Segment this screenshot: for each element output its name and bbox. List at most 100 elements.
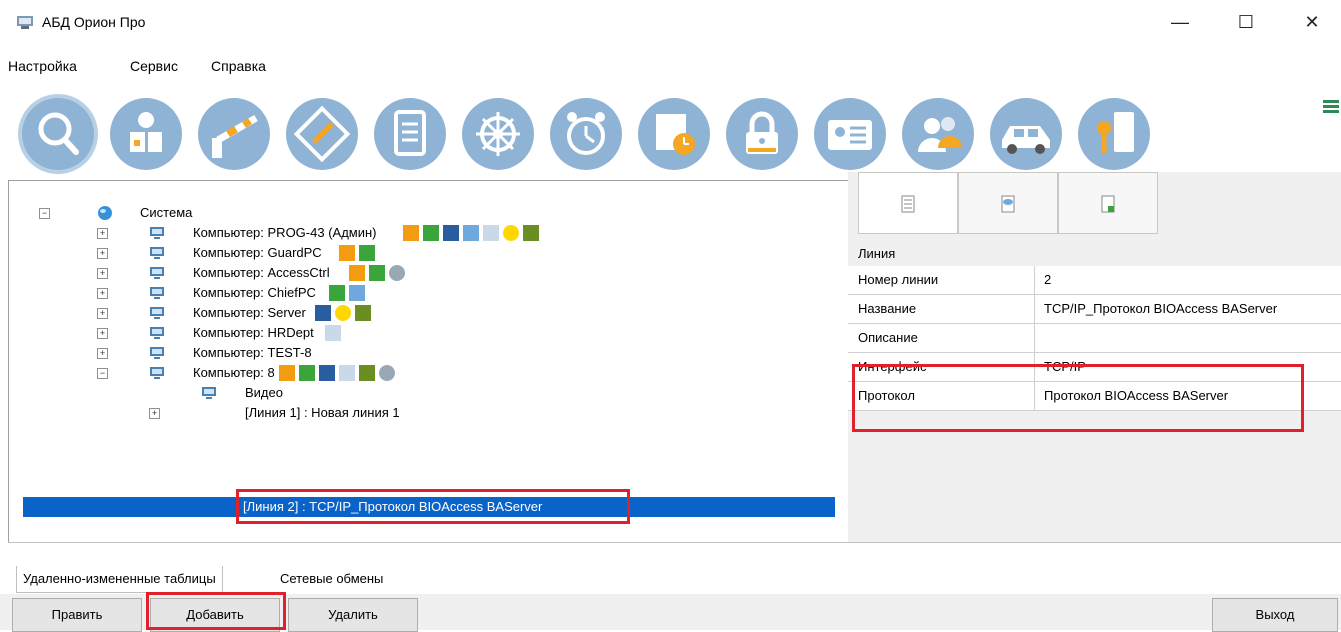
tab-comments[interactable] [958,172,1058,234]
report-icon [339,365,355,381]
expand-icon[interactable]: + [97,288,108,299]
menu-service[interactable]: Сервис [130,58,178,74]
status-icons [279,365,399,381]
alarm-clock-icon[interactable] [550,98,622,170]
module-icon [279,365,295,381]
tree-label: Компьютер: TEST-8 [193,345,312,360]
barrier-icon[interactable] [198,98,270,170]
server-icon [369,265,385,281]
tree-item-computer[interactable]: + Компьютер: Server [9,303,839,323]
people-icon[interactable] [902,98,974,170]
window-title: АБД Орион Про [42,14,146,30]
property-value: 2 [1044,272,1052,287]
expand-icon[interactable]: + [97,328,108,339]
status-icons [349,265,409,281]
section-title: Линия [858,246,896,261]
server-icon [423,225,439,241]
tree-item-computer[interactable]: + Компьютер: GuardPC [9,243,839,263]
expand-icon[interactable]: + [97,348,108,359]
sun-icon [335,305,351,321]
tree-label: Компьютер: HRDept [193,325,314,340]
status-icons [329,285,369,301]
car-icon[interactable] [990,98,1062,170]
devices-icon[interactable] [110,98,182,170]
close-button[interactable]: ✕ [1289,6,1335,38]
highlight-selected-line [236,489,630,524]
highlight-interface-protocol [852,364,1304,432]
db-icon [355,305,371,321]
delete-button[interactable]: Удалить [288,598,418,632]
lock-icon[interactable] [726,98,798,170]
module-icon [339,245,355,261]
schedule-icon[interactable] [638,98,710,170]
tree-label: Система [140,205,193,220]
tab-remote-changed-tables[interactable]: Удаленно-измененные таблицы [16,566,223,593]
minimize-button[interactable]: — [1157,6,1203,38]
list-view-icon[interactable] [1322,98,1340,116]
highlight-add-button [146,592,286,630]
bottom-log-area [8,542,1341,567]
network-icon [349,285,365,301]
tree-label: Видео [245,385,283,400]
tree-item-computer[interactable]: − Компьютер: 8 [9,363,839,383]
edit-button[interactable]: Править [12,598,142,632]
status-icons [339,245,379,261]
tree-item-computer[interactable]: + Компьютер: AccessCtrl [9,263,839,283]
document-icon[interactable] [374,98,446,170]
floorplan-icon[interactable] [286,98,358,170]
expand-icon[interactable]: + [97,228,108,239]
property-row[interactable]: Номер линии 2 [848,266,1341,295]
tab-properties[interactable] [858,172,958,234]
column-divider [1034,266,1035,294]
ship-wheel-icon[interactable] [462,98,534,170]
add-document-icon [1101,195,1115,213]
tab-network-exchanges[interactable]: Сетевые обмены [274,566,389,592]
property-row[interactable]: Описание [848,324,1341,353]
camera-icon [379,365,395,381]
toolbar [0,90,1341,180]
db-icon [523,225,539,241]
status-icons [325,325,345,341]
computer-icon [150,267,164,279]
tree-item-computer[interactable]: + Компьютер: PROG-43 (Админ) [9,223,839,243]
maximize-button[interactable]: ☐ [1223,6,1269,38]
key-icon[interactable] [1078,98,1150,170]
report-icon [325,325,341,341]
tree-item-line-1[interactable]: + [Линия 1] : Новая линия 1 [9,403,839,423]
network-icon [463,225,479,241]
computer-icon [150,227,164,239]
tree-label: Компьютер: AccessCtrl [193,265,330,280]
server-icon [329,285,345,301]
computer-icon [150,347,164,359]
tree-root[interactable]: − Система [9,203,839,223]
property-name: Название [858,301,917,316]
collapse-icon[interactable]: − [97,368,108,379]
property-row[interactable]: Название TCP/IP_Протокол BIOAccess BASer… [848,295,1341,324]
tab-add[interactable] [1058,172,1158,234]
exit-button[interactable]: Выход [1212,598,1338,632]
tree-item-computer[interactable]: + Компьютер: ChiefPC [9,283,839,303]
expand-icon[interactable]: + [97,268,108,279]
title-bar: АБД Орион Про — ☐ ✕ [0,0,1341,44]
tree-item-video[interactable]: Видео [9,383,839,403]
id-card-icon[interactable] [814,98,886,170]
computer-icon [150,327,164,339]
tree-item-computer[interactable]: + Компьютер: TEST-8 [9,343,839,363]
sun-icon [503,225,519,241]
expand-icon[interactable]: + [149,408,160,419]
expand-icon[interactable]: + [97,248,108,259]
tree-label: Компьютер: PROG-43 (Админ) [193,225,377,240]
globe-icon [98,206,112,220]
computer-icon [202,387,216,399]
menu-settings[interactable]: Настройка [8,58,77,74]
status-icons [403,225,543,241]
collapse-icon[interactable]: − [39,208,50,219]
db-icon [359,365,375,381]
properties-panel: Линия Номер линии 2 Название TCP/IP_Прот… [848,172,1341,544]
search-icon[interactable] [22,98,94,170]
property-value: TCP/IP_Протокол BIOAccess BAServer [1044,301,1278,316]
expand-icon[interactable]: + [97,308,108,319]
tree-item-computer[interactable]: + Компьютер: HRDept [9,323,839,343]
menu-help[interactable]: Справка [211,58,266,74]
comment-icon [1001,195,1015,213]
